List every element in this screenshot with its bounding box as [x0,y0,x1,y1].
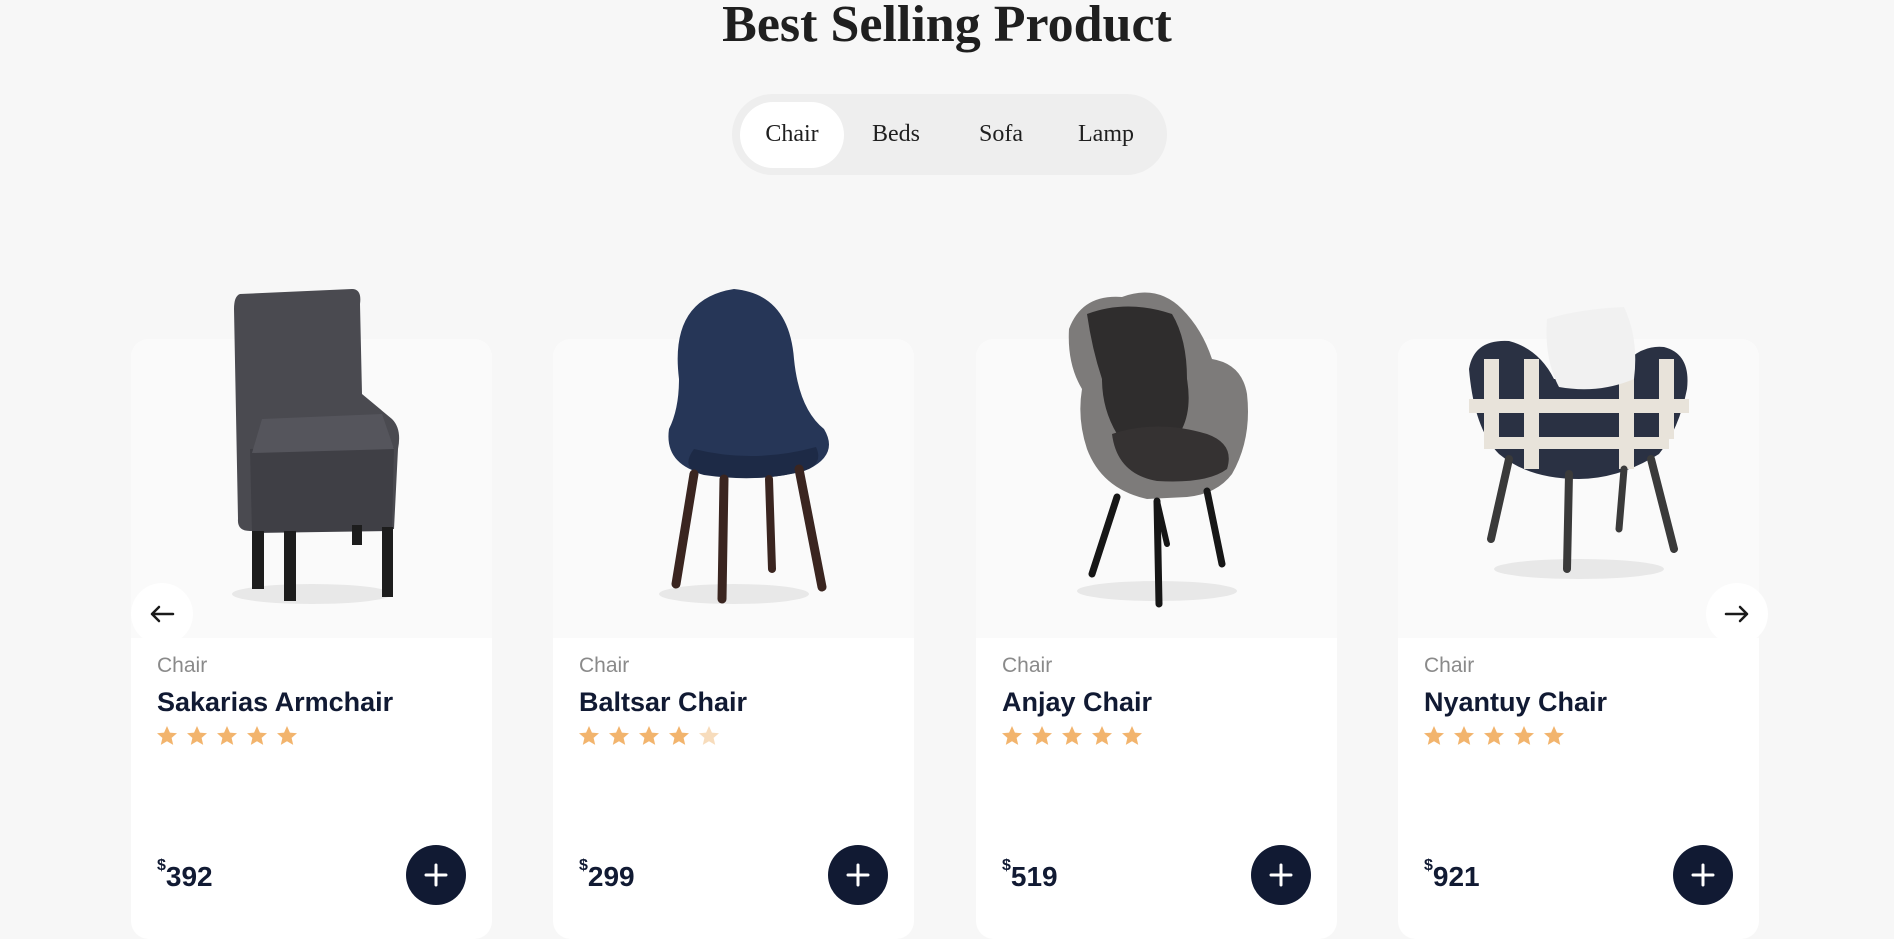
product-image-area [553,289,914,638]
star-icon [639,726,659,745]
product-card[interactable]: Chair Baltsar Chair $299 [553,289,914,939]
price-value: 392 [165,861,213,892]
product-name[interactable]: Anjay Chair [1002,687,1152,718]
product-category: Chair [579,654,630,677]
currency-symbol: $ [1002,857,1011,874]
star-icon [1062,726,1082,745]
price-value: 921 [1432,861,1480,892]
plus-icon [1269,863,1293,887]
product-image [1068,292,1248,608]
star-icon [1484,726,1504,745]
star-icon [157,726,177,745]
arrow-right-icon [1724,605,1749,623]
product-card[interactable]: Chair Sakarias Armchair $392 [131,289,492,939]
star-icon [1544,726,1564,745]
product-name[interactable]: Baltsar Chair [579,687,747,718]
category-tabs: Chair Beds Sofa Lamp [732,94,1167,175]
product-category: Chair [157,654,208,677]
tab-sofa[interactable]: Sofa [948,102,1054,168]
product-image-area [976,292,1337,638]
carousel-prev-button[interactable] [131,583,193,645]
add-to-cart-button[interactable] [406,845,466,905]
star-icon [277,726,297,745]
star-icon [1454,726,1474,745]
star-half-icon [699,726,719,745]
product-price: $519 [1002,857,1058,893]
product-image [231,289,399,604]
product-card[interactable]: Chair Nyantuy Chair $921 [1398,307,1759,939]
star-icon [1122,726,1142,745]
add-to-cart-button[interactable] [1251,845,1311,905]
product-price: $299 [579,857,635,893]
product-image [1468,307,1689,579]
product-price: $921 [1424,857,1480,893]
product-image [658,289,829,604]
product-name[interactable]: Sakarias Armchair [157,687,393,718]
price-value: 519 [1010,861,1058,892]
page-title: Best Selling Product [722,0,1172,53]
plus-icon [1691,863,1715,887]
product-category: Chair [1424,654,1475,677]
currency-symbol: $ [157,857,166,874]
star-icon [579,726,599,745]
star-icon [247,726,267,745]
rating-stars [1000,724,1144,748]
star-icon [1002,726,1022,745]
add-to-cart-button[interactable] [828,845,888,905]
rating-stars [1422,724,1566,748]
tab-beds[interactable]: Beds [844,102,948,168]
product-name[interactable]: Nyantuy Chair [1424,687,1607,718]
product-image-area [1398,307,1759,638]
star-icon [1092,726,1112,745]
star-icon [1032,726,1052,745]
product-card[interactable]: Chair Anjay Chair $519 [976,292,1337,939]
price-value: 299 [587,861,635,892]
tab-chair[interactable]: Chair [740,101,844,168]
add-to-cart-button[interactable] [1673,845,1733,905]
star-icon [609,726,629,745]
plus-icon [846,863,870,887]
star-icon [187,726,207,745]
tab-lamp[interactable]: Lamp [1054,102,1158,168]
currency-symbol: $ [1424,857,1433,874]
star-icon [1424,726,1444,745]
star-icon [217,726,237,745]
currency-symbol: $ [579,857,588,874]
star-icon [1514,726,1534,745]
star-icon [669,726,689,745]
plus-icon [424,863,448,887]
arrow-left-icon [150,605,175,623]
rating-stars [155,724,299,748]
product-category: Chair [1002,654,1053,677]
product-price: $392 [157,857,213,893]
carousel-next-button[interactable] [1706,583,1768,645]
rating-stars [577,724,721,748]
